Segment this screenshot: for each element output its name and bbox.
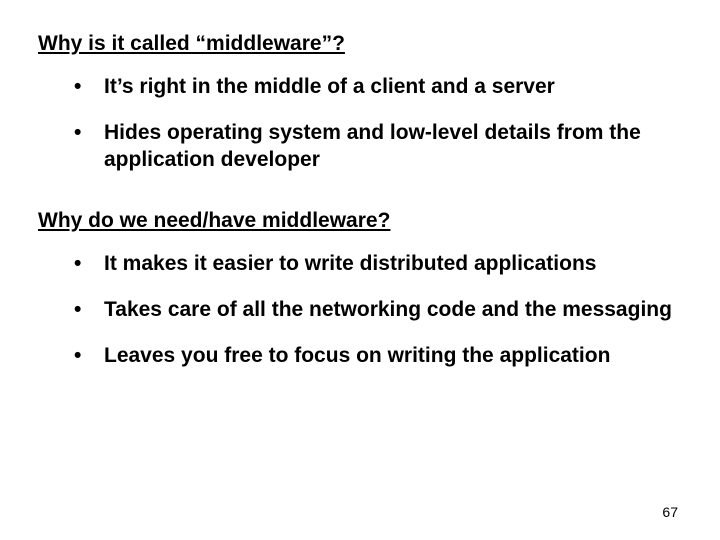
section2-heading: Why do we need/have middleware? <box>38 209 682 233</box>
list-item: It makes it easier to write distributed … <box>74 251 682 277</box>
list-item: Leaves you free to focus on writing the … <box>74 343 682 369</box>
list-item: Hides operating system and low-level det… <box>74 120 682 173</box>
page-number: 67 <box>662 504 678 520</box>
section1-list: It’s right in the middle of a client and… <box>38 74 682 173</box>
slide-content: Why is it called “middleware”? It’s righ… <box>38 32 682 370</box>
list-item: Takes care of all the networking code an… <box>74 297 682 323</box>
list-item: It’s right in the middle of a client and… <box>74 74 682 100</box>
section2-list: It makes it easier to write distributed … <box>38 251 682 370</box>
section1-heading: Why is it called “middleware”? <box>38 32 682 56</box>
